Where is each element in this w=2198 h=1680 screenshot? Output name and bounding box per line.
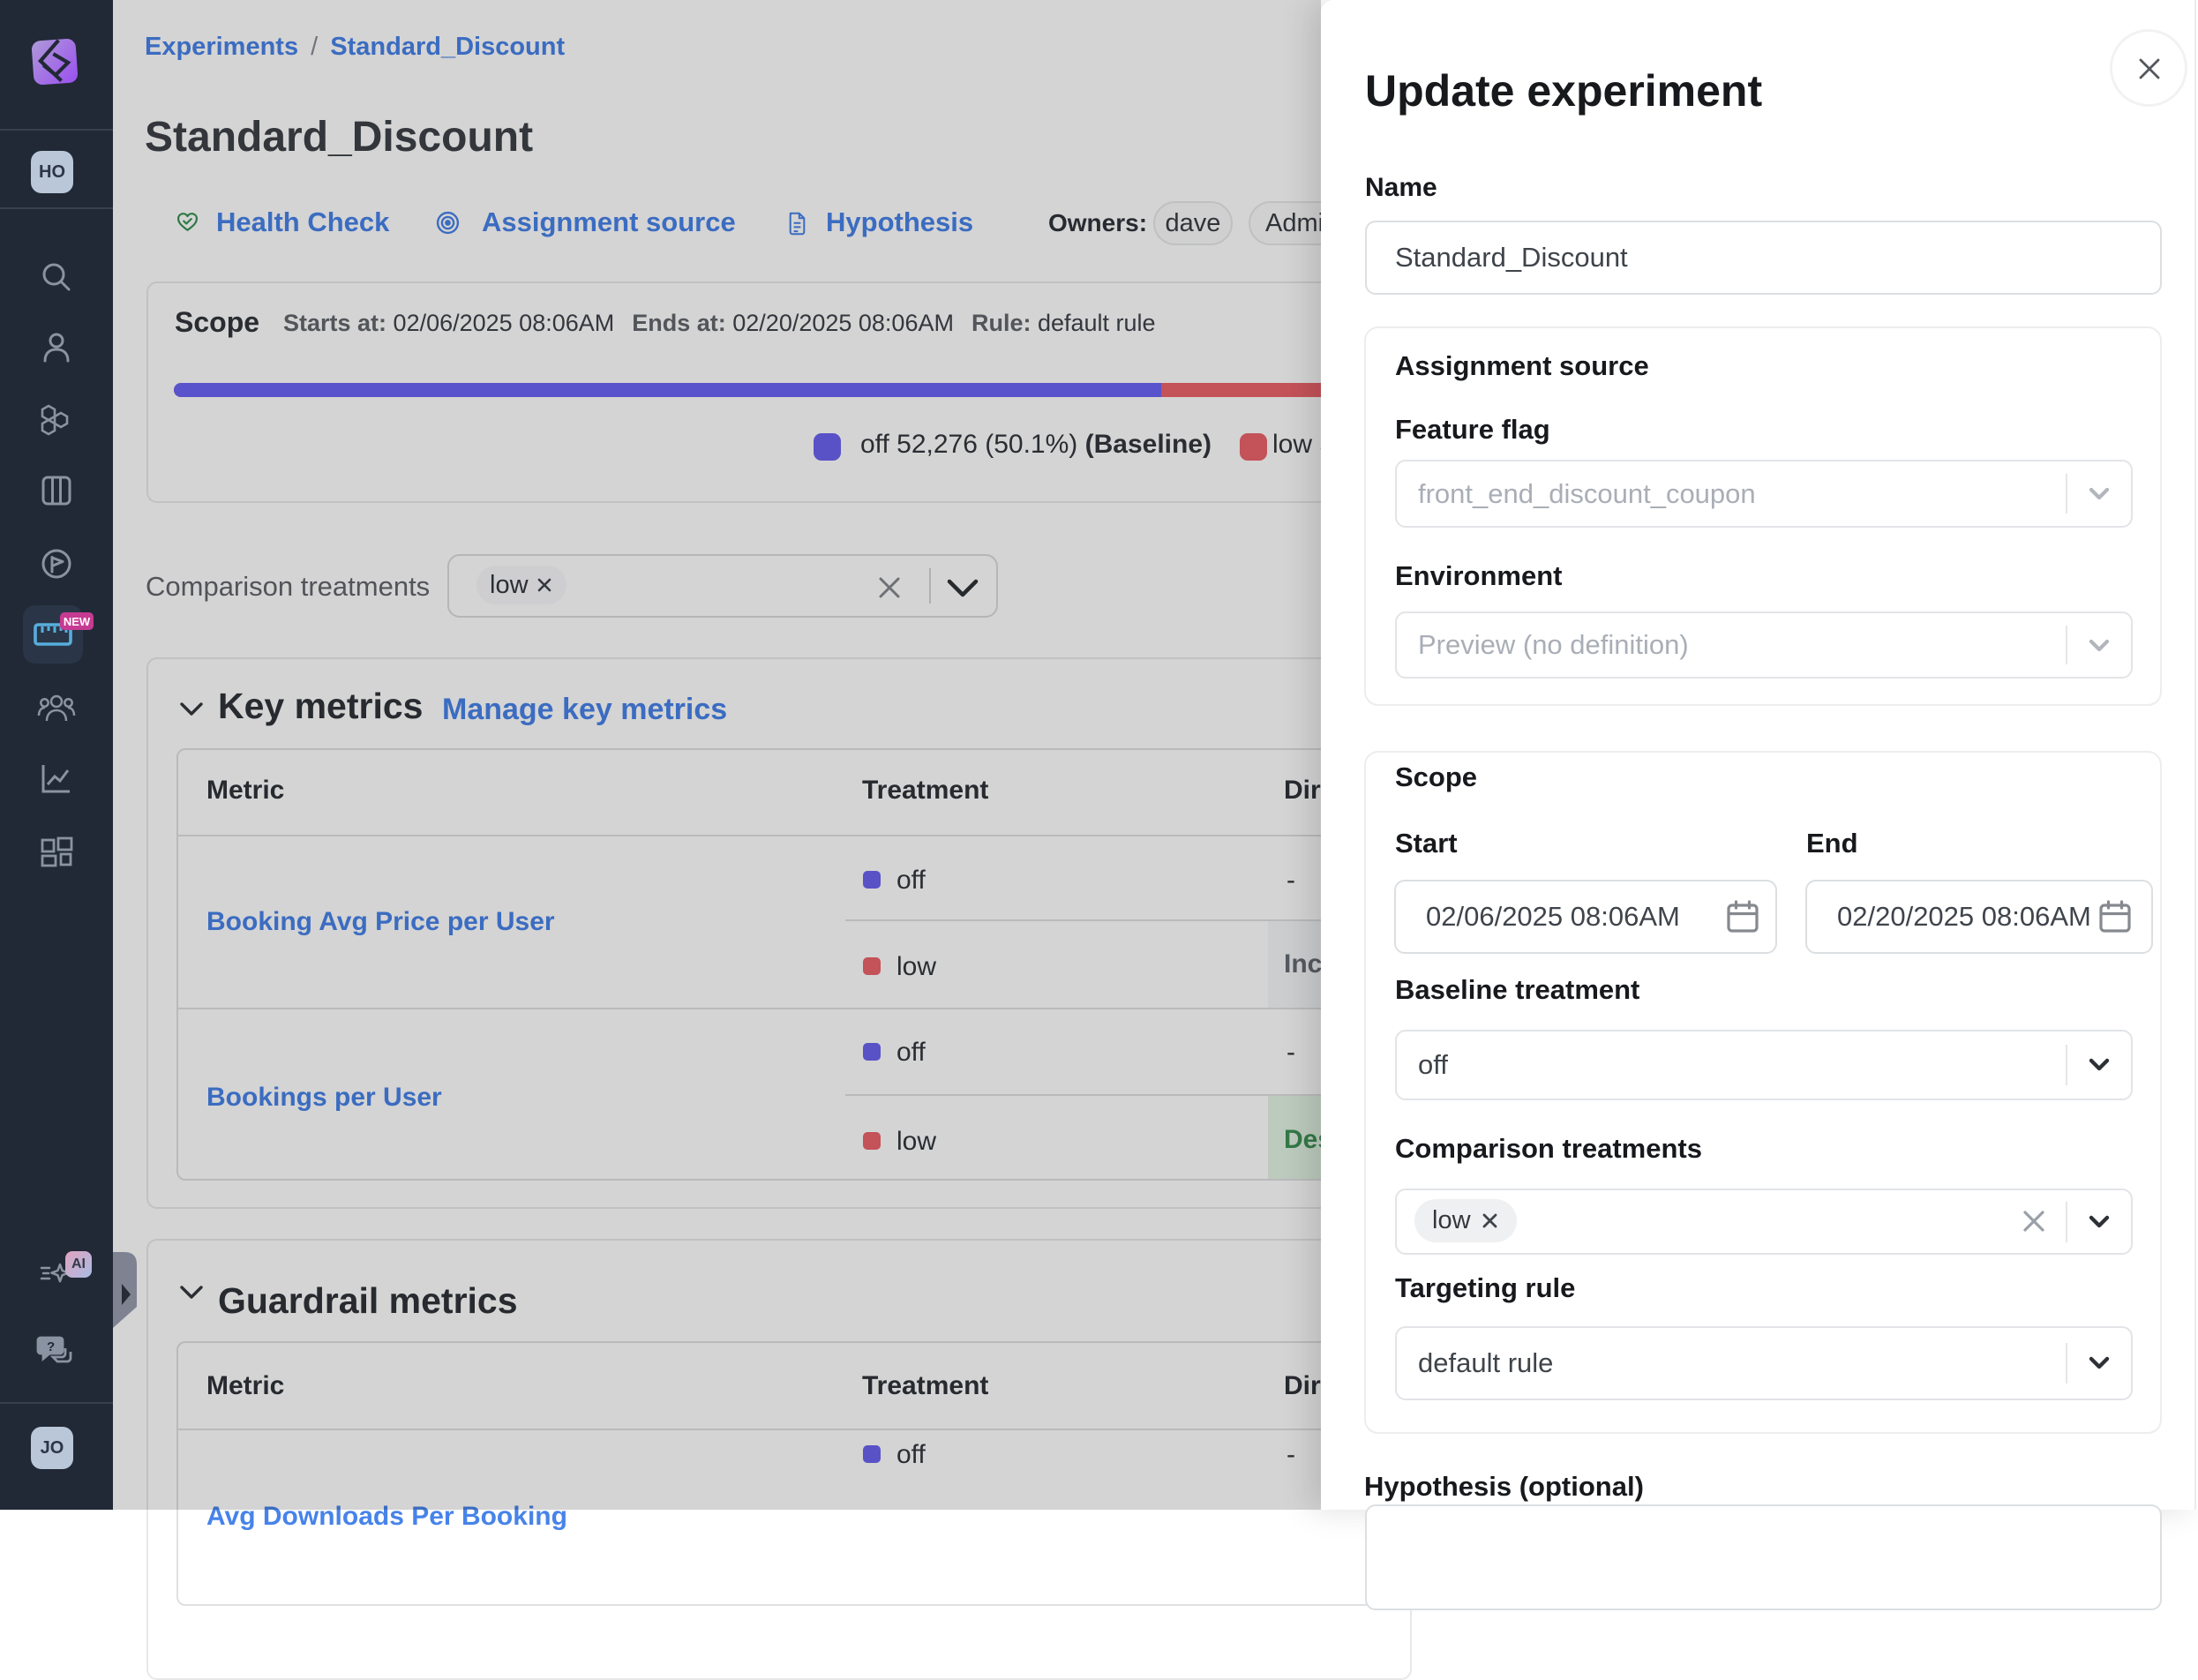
svg-text:?: ? [47, 1339, 55, 1354]
